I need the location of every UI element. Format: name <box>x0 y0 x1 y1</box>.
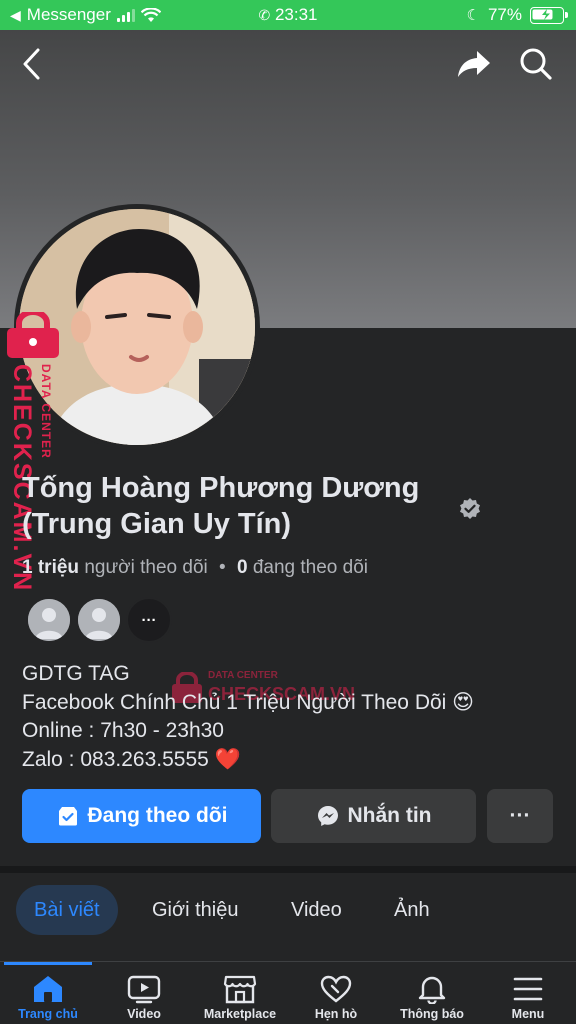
bottom-nav: Trang chủ Video Marketplace Hẹn hò Thông… <box>0 961 576 1024</box>
nav-notifications-label: Thông báo <box>400 1007 464 1021</box>
follow-check-icon <box>58 807 77 826</box>
messenger-icon <box>317 806 338 826</box>
tab-video[interactable]: Video <box>291 885 342 935</box>
profile-bio: GDTG TAG Facebook Chính Chủ 1 Triệu Ngườ… <box>22 660 474 774</box>
nav-dating[interactable]: Hẹn hò <box>288 962 384 1024</box>
nav-marketplace-label: Marketplace <box>203 1007 277 1021</box>
default-avatar-icon <box>28 599 70 641</box>
tab-about[interactable]: Giới thiệu <box>152 885 238 935</box>
chevron-left-icon <box>23 48 40 80</box>
dating-heart-icon <box>320 975 352 1003</box>
followers-label: người theo dõi <box>84 557 208 578</box>
search-button[interactable] <box>516 44 556 84</box>
bio-line: Zalo : 083.263.5555 ❤️ <box>22 747 241 771</box>
bio-line: Online : 7h30 - 23h30 <box>22 719 224 742</box>
profile-name: Tống Hoàng Phương Dương (Trung Gian Uy T… <box>22 472 420 540</box>
status-bar: ◀ Messenger ✆ 23:31 ☾ 77% <box>0 0 576 30</box>
default-avatar-icon <box>78 599 120 641</box>
status-time: 23:31 <box>274 5 318 24</box>
nav-notifications[interactable]: Thông báo <box>384 962 480 1024</box>
bio-line: Facebook Chính Chủ 1 Triệu Người Theo Dõ… <box>22 690 475 714</box>
verified-badge-icon <box>460 498 480 519</box>
tab-photos[interactable]: Ảnh <box>394 885 430 935</box>
more-dots: ··· <box>141 611 157 629</box>
nav-home-label: Trang chủ <box>18 1007 78 1021</box>
bio-line: GDTG TAG <box>22 662 130 685</box>
more-options-button[interactable]: ··· <box>487 789 553 843</box>
stats-separator: • <box>219 557 226 578</box>
nav-home[interactable]: Trang chủ <box>0 962 96 1024</box>
message-button-label: Nhắn tin <box>347 804 432 827</box>
nav-video-label: Video <box>127 1007 161 1021</box>
hamburger-icon <box>513 977 543 1001</box>
tab-posts[interactable]: Bài viết <box>16 885 118 935</box>
profile-tabs: Bài viết Giới thiệu Video Ảnh <box>0 873 576 963</box>
following-button-label: Đang theo dõi <box>87 804 228 827</box>
watermark-subtext: DATA CENTER <box>39 364 53 459</box>
video-icon <box>127 975 161 1004</box>
nav-marketplace[interactable]: Marketplace <box>192 962 288 1024</box>
phone-icon: ✆ <box>258 7 271 23</box>
moon-icon: ☾ <box>466 7 480 24</box>
search-icon <box>520 48 552 80</box>
follower-avatar[interactable] <box>76 597 122 643</box>
share-arrow-icon <box>458 51 490 77</box>
follower-avatar[interactable] <box>26 597 72 643</box>
nav-menu[interactable]: Menu <box>480 962 576 1024</box>
share-button[interactable] <box>454 44 494 84</box>
back-button[interactable] <box>12 44 52 84</box>
bell-icon <box>418 976 446 1004</box>
lock-icon <box>7 312 59 358</box>
status-right: ☾ 77% <box>466 5 568 25</box>
message-button[interactable]: Nhắn tin <box>271 789 476 843</box>
more-options-icon: ··· <box>509 804 531 827</box>
section-divider <box>0 866 576 873</box>
following-count: 0 <box>236 557 248 578</box>
followers-count: 1 triệu <box>22 557 80 578</box>
nav-dating-label: Hẹn hò <box>314 1007 358 1021</box>
nav-video[interactable]: Video <box>96 962 192 1024</box>
battery-icon <box>530 6 568 24</box>
more-followers-avatar[interactable]: ··· <box>126 597 172 643</box>
marketplace-icon <box>223 975 257 1004</box>
home-icon <box>34 976 62 1002</box>
following-button[interactable]: Đang theo dõi <box>22 789 261 843</box>
nav-menu-label: Menu <box>511 1007 545 1021</box>
battery-percent: 77% <box>487 5 522 24</box>
following-label: đang theo dõi <box>252 557 368 578</box>
follow-stats[interactable]: 1 triệu người theo dõi • 0 đang theo dõi <box>22 557 368 579</box>
